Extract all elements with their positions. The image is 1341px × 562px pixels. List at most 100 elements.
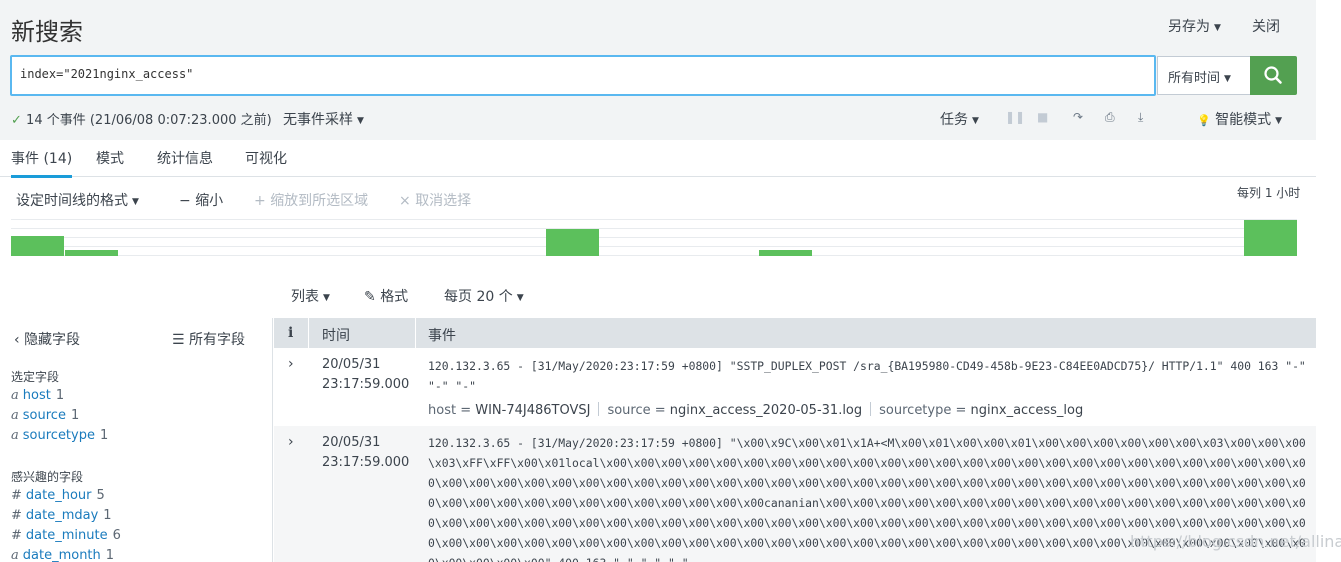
- event-timestamp: 23:17:59.000: [322, 455, 410, 470]
- timeline-bar[interactable]: [759, 250, 812, 256]
- chevron-down-icon: ▼: [1275, 116, 1283, 126]
- source-value[interactable]: nginx_access_2020-05-31.log: [670, 403, 862, 418]
- sampling-label: 无事件采样: [283, 112, 353, 128]
- chevron-down-icon: ▼: [357, 116, 364, 126]
- format-label: 格式: [380, 289, 409, 305]
- timeline-gridline: [11, 237, 1297, 238]
- export-icon[interactable]: ⤓: [1138, 110, 1143, 125]
- field-type: #: [11, 508, 22, 523]
- per-page-menu[interactable]: 每页 20 个 ▼: [444, 286, 524, 306]
- event-raw-text: 120.132.3.65 - [31/May/2020:23:17:59 +08…: [428, 359, 1306, 393]
- pause-icon[interactable]: ❚❚: [1005, 110, 1025, 124]
- field-type: #: [11, 528, 22, 543]
- time-column-header[interactable]: 时间: [322, 325, 350, 345]
- close-button[interactable]: 关闭: [1252, 16, 1280, 36]
- field-name: sourcetype: [22, 428, 95, 443]
- expand-row-icon[interactable]: ›: [288, 356, 294, 372]
- field-name: date_hour: [25, 488, 92, 503]
- field-type: #: [11, 488, 22, 503]
- event-fields: host = WIN-74J486TOVSJ source = nginx_acc…: [428, 402, 1083, 418]
- chevron-down-icon: ▼: [1224, 74, 1231, 84]
- format-menu[interactable]: ✎ 格式: [364, 286, 408, 306]
- chevron-down-icon: ▼: [132, 197, 139, 207]
- chevron-left-icon: ‹: [14, 332, 20, 348]
- event-time: 20/05/31 23:17:59.000: [322, 355, 409, 395]
- field-item[interactable]: # date_mday 1: [11, 508, 112, 523]
- tab-events[interactable]: 事件 (14): [11, 148, 73, 178]
- job-menu[interactable]: 任务 ▼: [940, 109, 979, 129]
- deselect-label: 取消选择: [415, 193, 472, 209]
- zoom-to-selection-button[interactable]: + 缩放到所选区域: [254, 190, 368, 210]
- field-name: date_mday: [25, 508, 99, 523]
- host-key: host =: [428, 403, 472, 418]
- time-range-value: 所有时间: [1168, 71, 1221, 86]
- page-title: 新搜索: [11, 18, 83, 46]
- field-count: 1: [70, 408, 80, 423]
- timeline-gridline: [11, 246, 1297, 247]
- sourcetype-value[interactable]: nginx_access_log: [971, 403, 1084, 418]
- timeline-bar[interactable]: [11, 236, 64, 256]
- stop-icon[interactable]: ■: [1037, 110, 1048, 124]
- watermark: https://blog.csdn.net/allinaho: [1130, 532, 1341, 551]
- field-name: date_month: [22, 548, 101, 562]
- field-item[interactable]: a source 1: [11, 408, 79, 423]
- sampling-menu[interactable]: 无事件采样 ▼: [283, 109, 364, 129]
- view-mode-menu[interactable]: 列表 ▼: [291, 286, 330, 306]
- tab-statistics[interactable]: 统计信息: [157, 148, 213, 168]
- event-time: 20/05/31 23:17:59.000: [322, 433, 409, 473]
- zoom-out-button[interactable]: − 缩小: [179, 190, 223, 210]
- search-mode-label: 智能模式: [1215, 112, 1272, 128]
- field-type: a: [11, 548, 19, 562]
- timeline-bar[interactable]: [1244, 220, 1297, 256]
- save-as-menu[interactable]: 另存为 ▼: [1168, 16, 1221, 36]
- field-type: a: [11, 408, 19, 423]
- field-item[interactable]: a sourcetype 1: [11, 428, 108, 443]
- selected-fields-title: 选定字段: [11, 370, 60, 384]
- expand-row-icon[interactable]: ›: [288, 434, 294, 450]
- page-edge: [1316, 0, 1341, 562]
- field-count: 1: [105, 548, 115, 562]
- timeline-format-menu[interactable]: 设定时间线的格式 ▼: [16, 190, 139, 210]
- column-divider: [308, 318, 309, 348]
- job-label: 任务: [940, 112, 968, 128]
- sourcetype-key: sourcetype =: [879, 403, 967, 418]
- all-fields-button[interactable]: ☰ 所有字段: [172, 329, 245, 349]
- share-icon[interactable]: ↷: [1073, 110, 1083, 124]
- host-value[interactable]: WIN-74J486TOVSJ: [475, 403, 590, 418]
- source-key: source =: [607, 403, 666, 418]
- timeline-bar[interactable]: [546, 229, 599, 256]
- search-mode-menu[interactable]: 💡 智能模式 ▼: [1197, 109, 1282, 129]
- hide-fields-button[interactable]: ‹ 隐藏字段: [14, 329, 80, 349]
- field-type: a: [11, 388, 19, 403]
- field-name: source: [22, 408, 66, 423]
- field-item[interactable]: a host 1: [11, 388, 64, 403]
- timeline-gridline: [11, 219, 1297, 220]
- timeline-bar[interactable]: [65, 250, 118, 256]
- list-icon: ☰: [172, 332, 185, 348]
- zoom-out-label: 缩小: [195, 193, 224, 209]
- field-name: host: [22, 388, 51, 403]
- chevron-down-icon: ▼: [972, 116, 979, 126]
- timeline-chart[interactable]: [11, 219, 1297, 256]
- print-icon[interactable]: ⎙: [1105, 110, 1115, 125]
- field-item[interactable]: # date_hour 5: [11, 488, 105, 503]
- divider: [598, 402, 600, 416]
- field-count: 6: [112, 528, 121, 543]
- field-count: 1: [99, 428, 109, 443]
- field-item[interactable]: # date_minute 6: [11, 528, 121, 543]
- divider: [870, 402, 872, 416]
- field-count: 1: [103, 508, 112, 523]
- event-count-status: ✓ 14 个事件 (21/06/08 0:07:23.000 之前): [11, 109, 272, 128]
- event-column-header[interactable]: 事件: [428, 325, 456, 345]
- deselect-button[interactable]: × 取消选择: [399, 190, 471, 210]
- event-timestamp: 23:17:59.000: [322, 377, 410, 392]
- tab-patterns[interactable]: 模式: [96, 148, 124, 168]
- interesting-fields-title: 感兴趣的字段: [11, 470, 84, 484]
- search-button[interactable]: [1250, 56, 1297, 95]
- chevron-down-icon: ▼: [516, 293, 524, 303]
- save-as-label: 另存为: [1168, 19, 1210, 35]
- all-fields-label: 所有字段: [189, 332, 246, 348]
- tab-visualization[interactable]: 可视化: [245, 148, 287, 168]
- field-item[interactable]: a date_month 1: [11, 548, 114, 562]
- field-count: 1: [55, 388, 65, 403]
